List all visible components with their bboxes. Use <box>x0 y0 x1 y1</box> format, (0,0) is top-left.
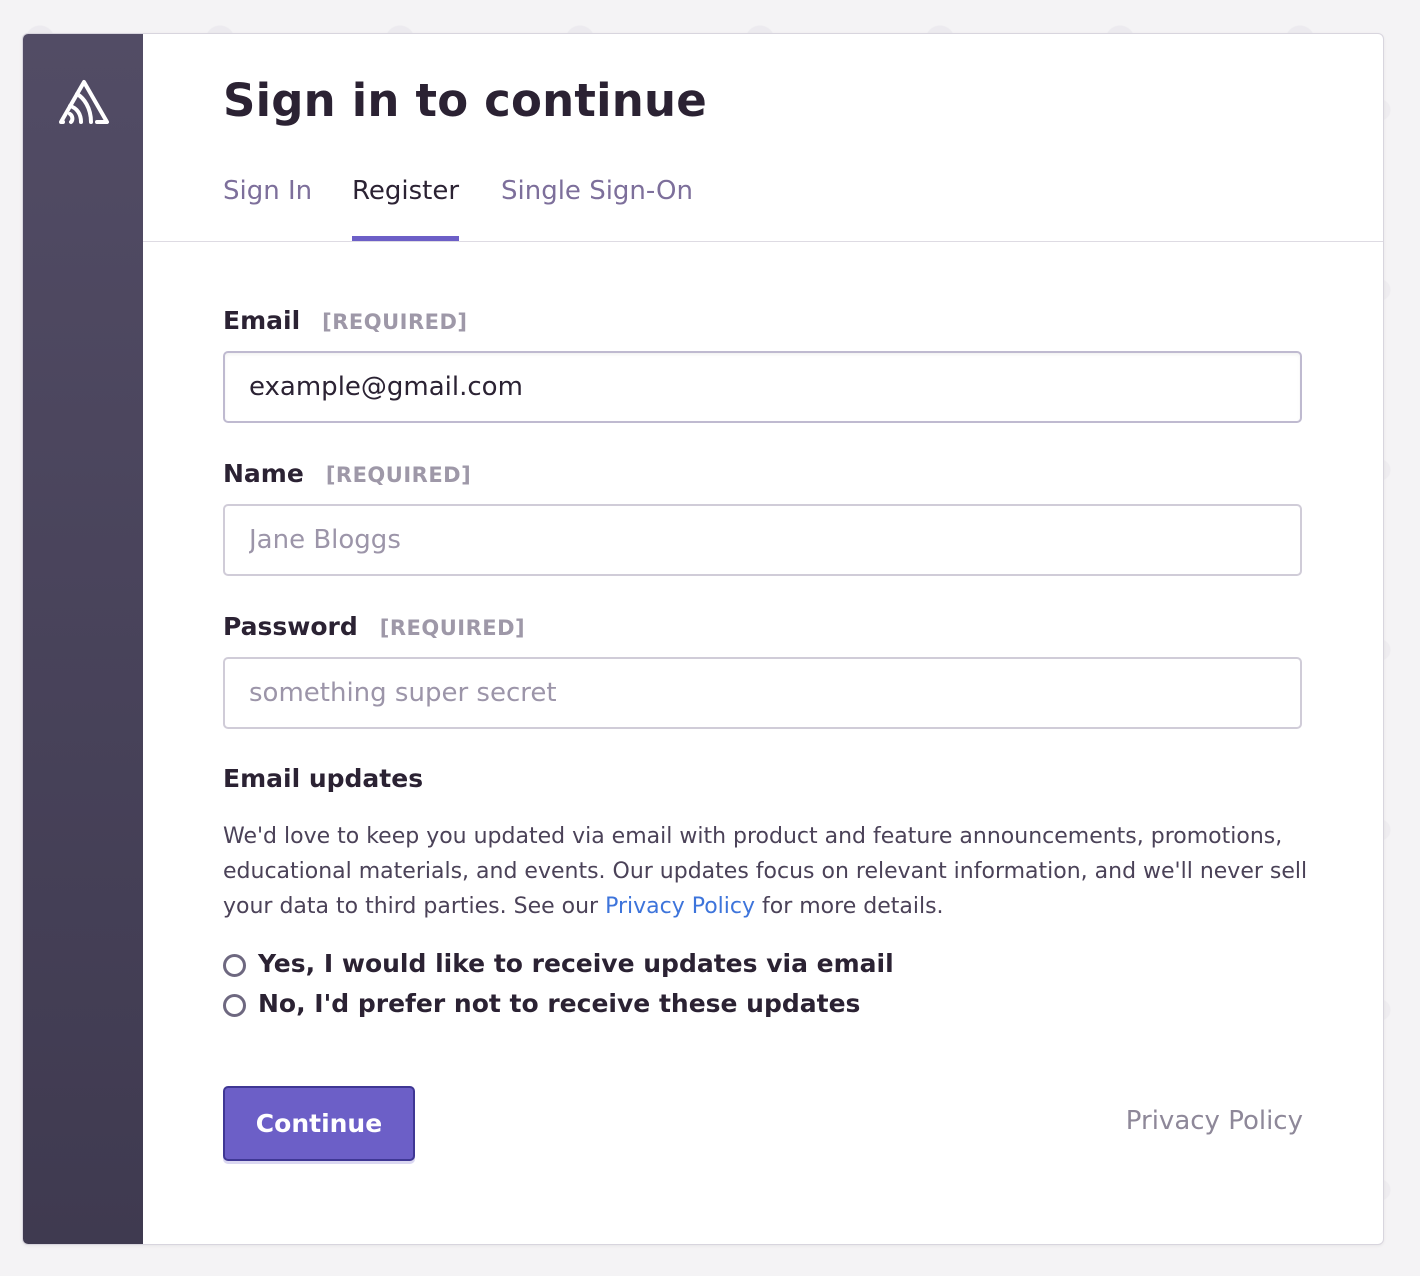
required-tag: [REQUIRED] <box>379 616 526 640</box>
required-tag: [REQUIRED] <box>322 310 468 334</box>
tab-single-sign-on[interactable]: Single Sign-On <box>501 174 693 241</box>
name-label: Name [REQUIRED] <box>223 459 471 488</box>
email-label: Email [REQUIRED] <box>223 306 468 335</box>
description-text-end: for more details. <box>755 894 944 919</box>
main-panel: Sign in to continue Sign In Register Sin… <box>143 34 1383 1244</box>
email-updates-description: We'd love to keep you updated via email … <box>223 819 1313 924</box>
radio-yes[interactable] <box>223 954 246 977</box>
auth-card: Sign in to continue Sign In Register Sin… <box>22 33 1384 1245</box>
privacy-policy-inline-link[interactable]: Privacy Policy <box>605 894 755 919</box>
privacy-policy-link[interactable]: Privacy Policy <box>1126 1106 1303 1136</box>
email-updates-no-option[interactable]: No, I'd prefer not to receive these upda… <box>223 989 860 1018</box>
radio-yes-label: Yes, I would like to receive updates via… <box>258 949 894 978</box>
password-label-text: Password <box>223 612 358 641</box>
continue-button[interactable]: Continue <box>223 1086 415 1161</box>
radio-no[interactable] <box>223 994 246 1017</box>
sentry-logo-icon[interactable] <box>57 78 111 126</box>
name-field[interactable] <box>223 504 1302 576</box>
name-label-text: Name <box>223 459 304 488</box>
password-field[interactable] <box>223 657 1302 729</box>
tab-register[interactable]: Register <box>352 174 460 241</box>
email-updates-yes-option[interactable]: Yes, I would like to receive updates via… <box>223 949 894 978</box>
sidebar <box>23 34 143 1244</box>
tab-sign-in[interactable]: Sign In <box>223 174 312 241</box>
required-tag: [REQUIRED] <box>325 463 472 487</box>
email-field[interactable] <box>223 351 1302 423</box>
radio-no-label: No, I'd prefer not to receive these upda… <box>258 989 861 1018</box>
email-updates-title: Email updates <box>223 764 424 793</box>
email-label-text: Email <box>223 306 301 335</box>
page-title: Sign in to continue <box>223 74 707 127</box>
auth-tabs: Sign In Register Single Sign-On <box>143 174 1383 242</box>
password-label: Password [REQUIRED] <box>223 612 525 641</box>
